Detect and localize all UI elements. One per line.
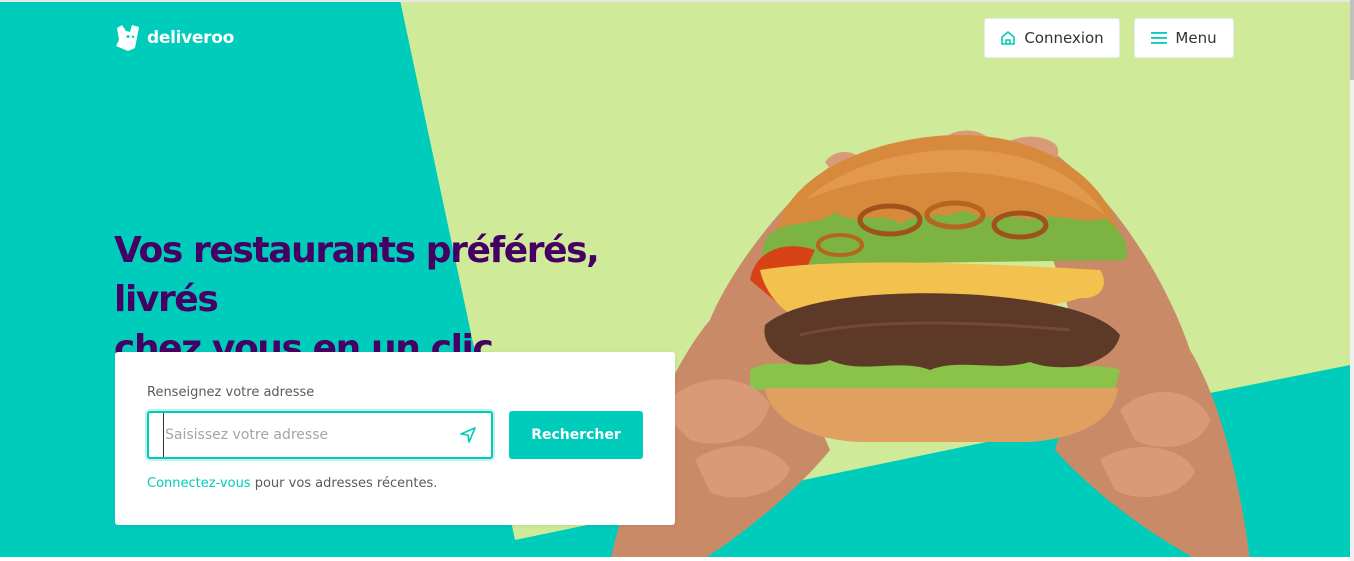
- hamburger-icon: [1151, 32, 1168, 44]
- burger-image: [611, 130, 1250, 557]
- kangaroo-icon: [116, 25, 139, 51]
- address-input[interactable]: [163, 413, 443, 457]
- deliveroo-logo[interactable]: deliveroo: [115, 24, 234, 52]
- hero-section: deliveroo Connexion Menu Vos restaurants…: [0, 0, 1350, 557]
- address-field[interactable]: [147, 411, 493, 459]
- login-button[interactable]: Connexion: [984, 18, 1120, 58]
- scrollbar-thumb[interactable]: [1350, 0, 1354, 80]
- address-search-card: Renseignez votre adresse Rechercher Conn…: [115, 352, 675, 525]
- menu-label: Menu: [1175, 29, 1217, 47]
- login-label: Connexion: [1024, 29, 1104, 47]
- login-hint-text: pour vos adresses récentes.: [250, 476, 438, 491]
- search-button[interactable]: Rechercher: [509, 411, 643, 459]
- location-arrow-icon[interactable]: [459, 426, 477, 444]
- hero-headline: Vos restaurants préférés, livrés chez vo…: [114, 226, 674, 373]
- headline-line-1: Vos restaurants préférés, livrés: [114, 230, 600, 320]
- login-link[interactable]: Connectez-vous: [147, 476, 251, 491]
- top-border: [0, 0, 1350, 2]
- login-hint: Connectez-vous pour vos adresses récente…: [147, 476, 437, 491]
- address-label: Renseignez votre adresse: [147, 385, 315, 400]
- scrollbar[interactable]: [1350, 0, 1354, 561]
- menu-button[interactable]: Menu: [1134, 18, 1234, 58]
- home-icon: [1001, 31, 1016, 45]
- brand-name: deliveroo: [147, 28, 235, 48]
